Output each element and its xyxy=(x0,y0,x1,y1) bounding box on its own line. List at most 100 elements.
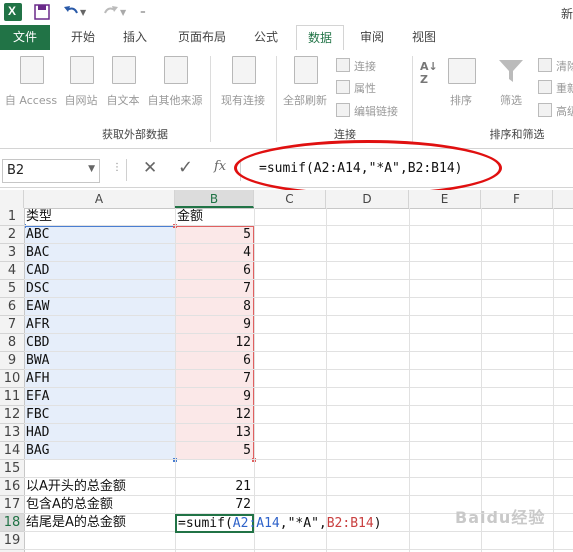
existing-connections-button[interactable]: 现有连接 xyxy=(216,92,270,108)
column-header-c[interactable]: C xyxy=(254,190,326,208)
advanced-label: 高级 xyxy=(556,105,573,118)
gridline xyxy=(24,225,573,226)
undo-icon[interactable] xyxy=(62,3,80,21)
tab-review[interactable]: 审阅 xyxy=(352,25,392,50)
advanced-button[interactable]: 高级 xyxy=(538,103,573,119)
customize-qat-icon[interactable]: ₌ xyxy=(140,4,158,22)
cell-b13[interactable]: 13 xyxy=(177,424,251,442)
cell-b7[interactable]: 9 xyxy=(177,316,251,334)
properties-button[interactable]: 属性 xyxy=(336,80,376,96)
column-header-f[interactable]: F xyxy=(481,190,553,208)
tab-insert[interactable]: 插入 xyxy=(114,25,156,50)
sort-button[interactable]: 排序 xyxy=(444,92,478,108)
row-header-13[interactable]: 13 xyxy=(0,424,24,442)
row-header-19[interactable]: 19 xyxy=(0,532,24,550)
edit-links-button[interactable]: 编辑链接 xyxy=(336,103,398,119)
cell-a11[interactable]: EFA xyxy=(26,388,49,406)
enter-icon[interactable]: ✓ xyxy=(178,157,193,178)
tab-page-layout[interactable]: 页面布局 xyxy=(170,25,234,50)
row-header-12[interactable]: 12 xyxy=(0,406,24,424)
name-box[interactable]: B2 ▼ xyxy=(2,159,100,183)
clear-button[interactable]: 清除 xyxy=(538,58,573,74)
sort-az-icon[interactable]: A↓ Z xyxy=(420,60,438,86)
row-header-15[interactable]: 15 xyxy=(0,460,24,478)
cell-b9[interactable]: 6 xyxy=(177,352,251,370)
row-header-17[interactable]: 17 xyxy=(0,496,24,514)
tab-home[interactable]: 开始 xyxy=(62,25,104,50)
reapply-button[interactable]: 重新 xyxy=(538,80,573,96)
row-header-8[interactable]: 8 xyxy=(0,334,24,352)
cell-a18[interactable]: 结尾是A的总金额 xyxy=(26,514,126,532)
cell-a8[interactable]: CBD xyxy=(26,334,49,352)
row-header-1[interactable]: 1 xyxy=(0,208,24,226)
cell-b12[interactable]: 12 xyxy=(177,406,251,424)
cell-b1[interactable]: 金额 xyxy=(177,208,203,226)
connections-button[interactable]: 连接 xyxy=(336,58,376,74)
cell-a14[interactable]: BAG xyxy=(26,442,49,460)
cell-a5[interactable]: DSC xyxy=(26,280,49,298)
tab-data[interactable]: 数据 xyxy=(296,25,344,51)
row-header-11[interactable]: 11 xyxy=(0,388,24,406)
row-header-10[interactable]: 10 xyxy=(0,370,24,388)
from-other-sources-button[interactable]: 自其他来源 xyxy=(144,92,206,108)
cell-a2[interactable]: ABC xyxy=(26,226,49,244)
tab-formulas[interactable]: 公式 xyxy=(246,25,286,50)
cell-b10[interactable]: 7 xyxy=(177,370,251,388)
cell-a17[interactable]: 包含A的总金额 xyxy=(26,496,113,514)
from-access-button[interactable]: 自 Access xyxy=(0,92,62,108)
cell-a7[interactable]: AFR xyxy=(26,316,49,334)
cell-b14[interactable]: 5 xyxy=(177,442,251,460)
from-web-button[interactable]: 自网站 xyxy=(58,92,104,108)
refresh-all-button[interactable]: 全部刷新 xyxy=(280,92,330,108)
row-header-9[interactable]: 9 xyxy=(0,352,24,370)
save-icon[interactable] xyxy=(33,3,51,21)
select-all-corner[interactable] xyxy=(0,190,24,208)
tab-view[interactable]: 视图 xyxy=(404,25,444,50)
cell-a4[interactable]: CAD xyxy=(26,262,49,280)
cell-a9[interactable]: BWA xyxy=(26,352,49,370)
cell-b3[interactable]: 4 xyxy=(177,244,251,262)
cell-b4[interactable]: 6 xyxy=(177,262,251,280)
row-header-5[interactable]: 5 xyxy=(0,280,24,298)
from-text-button[interactable]: 自文本 xyxy=(102,92,144,108)
row-header-14[interactable]: 14 xyxy=(0,442,24,460)
cell-b5[interactable]: 7 xyxy=(177,280,251,298)
cell-b6[interactable]: 8 xyxy=(177,298,251,316)
row-header-2[interactable]: 2 xyxy=(0,226,24,244)
row-header-7[interactable]: 7 xyxy=(0,316,24,334)
row-header-3[interactable]: 3 xyxy=(0,244,24,262)
column-header-b[interactable]: B xyxy=(175,190,254,208)
row-header-6[interactable]: 6 xyxy=(0,298,24,316)
row-header-16[interactable]: 16 xyxy=(0,478,24,496)
column-header-a[interactable]: A xyxy=(24,190,175,208)
cell-b16[interactable]: 21 xyxy=(177,478,251,496)
cell-a16[interactable]: 以A开头的总金额 xyxy=(26,478,126,496)
cell-a6[interactable]: EAW xyxy=(26,298,49,316)
row-header-18[interactable]: 18 xyxy=(0,514,24,532)
chevron-down-icon[interactable]: ▼ xyxy=(88,164,95,174)
redo-icon[interactable] xyxy=(102,3,120,21)
properties-label: 属性 xyxy=(354,82,376,95)
cell-a10[interactable]: AFH xyxy=(26,370,49,388)
cancel-icon[interactable]: ✕ xyxy=(143,158,157,178)
insert-function-icon[interactable]: fx xyxy=(214,159,226,174)
cell-a13[interactable]: HAD xyxy=(26,424,49,442)
tab-file[interactable]: 文件 xyxy=(0,25,50,50)
cell-b11[interactable]: 9 xyxy=(177,388,251,406)
properties-icon xyxy=(336,80,350,94)
row-header-4[interactable]: 4 xyxy=(0,262,24,280)
undo-dropdown-icon[interactable]: ▼ xyxy=(80,8,98,26)
cell-b17[interactable]: 72 xyxy=(177,496,251,514)
cell-a3[interactable]: BAC xyxy=(26,244,49,262)
column-header-d[interactable]: D xyxy=(326,190,409,208)
cell-a12[interactable]: FBC xyxy=(26,406,49,424)
redo-dropdown-icon[interactable]: ▼ xyxy=(120,8,138,26)
active-cell-b18[interactable]: =sumif(A2:A14,"*A",B2:B14) xyxy=(175,514,382,533)
window-title: 新 xyxy=(560,7,573,21)
cell-b8[interactable]: 12 xyxy=(177,334,251,352)
cell-b2[interactable]: 5 xyxy=(177,226,251,244)
more-icon: ⋮ xyxy=(112,162,122,173)
cell-a1[interactable]: 类型 xyxy=(26,208,52,226)
filter-button[interactable]: 筛选 xyxy=(494,92,528,108)
column-header-e[interactable]: E xyxy=(409,190,481,208)
